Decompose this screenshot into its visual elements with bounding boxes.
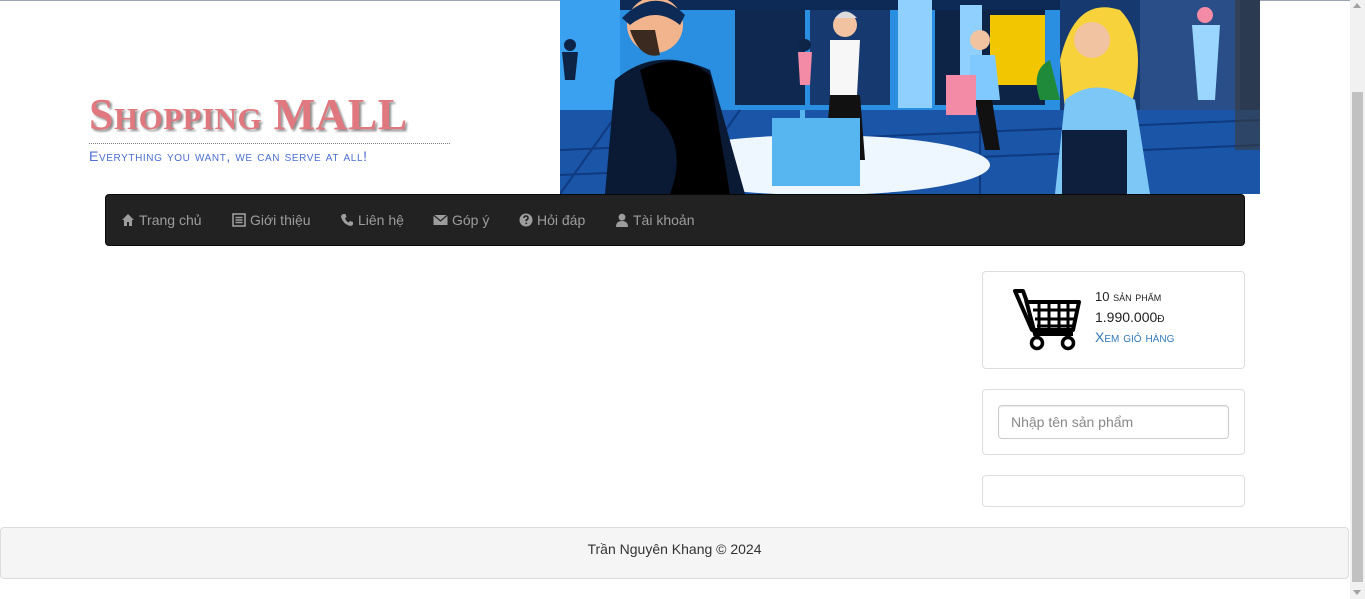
nav-item-label: Hỏi đáp <box>537 212 586 228</box>
nav-item-label: Tài khoản <box>633 212 695 228</box>
logo-divider <box>89 143 450 144</box>
nav-item-home[interactable]: Trang chủ <box>121 195 202 245</box>
nav-item-feedback[interactable]: Góp ý <box>433 195 489 245</box>
sidebar-empty-panel <box>982 475 1245 507</box>
cart-panel: 10 sản phẩm 1.990.000đ Xem giỏ hàng <box>982 271 1245 369</box>
site-footer: Trần Nguyên Khang © 2024 <box>0 527 1349 579</box>
view-cart-link[interactable]: Xem giỏ hàng <box>1095 329 1174 345</box>
cart-item-count: 10 sản phẩm <box>1095 289 1162 304</box>
nav-item-label: Giới thiệu <box>250 212 311 228</box>
envelope-icon <box>433 214 448 225</box>
home-icon <box>122 214 134 226</box>
logo-slogan: Everything you want, we can serve at all… <box>89 148 368 164</box>
scrollbar-thumb[interactable] <box>1352 92 1363 582</box>
scroll-up-arrow-icon[interactable] <box>1353 3 1361 8</box>
logo-title[interactable]: Shopping MALL <box>89 90 408 140</box>
shopping-cart-icon[interactable] <box>1013 288 1081 352</box>
footer-copyright: Trần Nguyên Khang © 2024 <box>587 541 762 557</box>
cart-total-price: 1.990.000đ <box>1095 309 1165 325</box>
scroll-down-arrow-icon[interactable] <box>1353 590 1361 595</box>
nav-item-account[interactable]: Tài khoản <box>615 195 694 245</box>
shopping-mall-illustration <box>560 0 1260 194</box>
question-circle-icon <box>519 213 533 227</box>
nav-item-label: Liên hệ <box>358 212 404 228</box>
main-navbar: Trang chủ Giới thiệu Liên hệ Góp ý Hỏi đ… <box>105 194 1245 246</box>
search-panel <box>982 389 1245 455</box>
phone-icon <box>341 214 353 226</box>
list-alt-icon <box>232 213 246 227</box>
nav-item-faq[interactable]: Hỏi đáp <box>519 195 585 245</box>
site-header: Shopping MALL Everything you want, we ca… <box>0 0 1350 194</box>
nav-item-label: Góp ý <box>452 212 490 228</box>
product-search-input[interactable] <box>998 405 1229 439</box>
header-banner-image <box>560 0 1260 194</box>
nav-item-contact[interactable]: Liên hệ <box>340 195 404 245</box>
nav-item-about[interactable]: Giới thiệu <box>232 195 311 245</box>
nav-item-label: Trang chủ <box>139 212 202 228</box>
user-icon <box>616 213 628 227</box>
